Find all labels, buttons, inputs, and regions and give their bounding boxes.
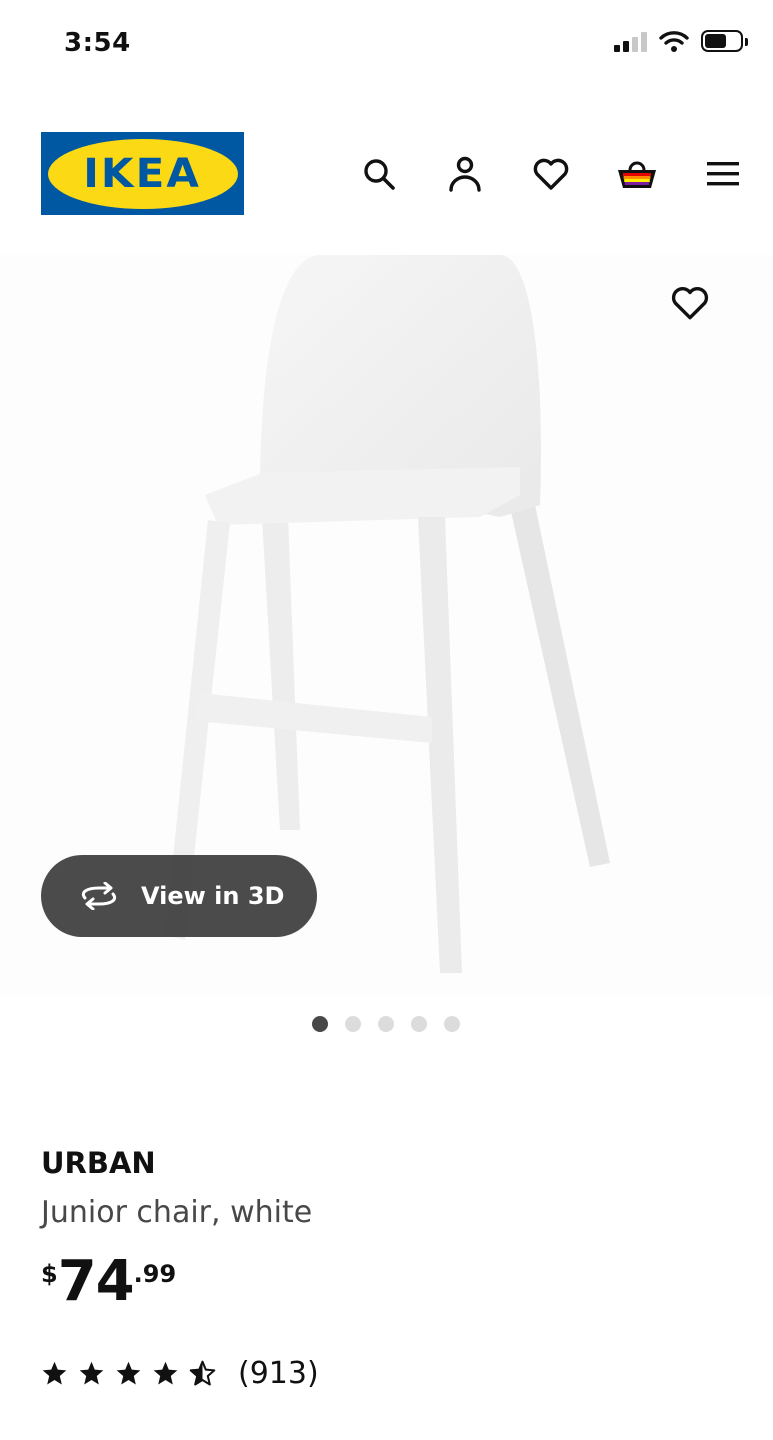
star-full-icon: [153, 1361, 178, 1385]
price-integer: 74: [57, 1249, 135, 1314]
pagination-dot-5[interactable]: [444, 1016, 460, 1032]
product-rating[interactable]: (913): [41, 1356, 319, 1391]
pagination-dot-1[interactable]: [312, 1016, 328, 1032]
price-currency: $: [41, 1260, 58, 1288]
rating-stars: [41, 1360, 216, 1387]
view-in-3d-label: View in 3D: [141, 882, 285, 910]
search-icon[interactable]: [355, 150, 403, 198]
image-pagination-dots: [312, 1016, 460, 1032]
menu-icon[interactable]: [699, 150, 747, 198]
price-decimal: .99: [133, 1260, 177, 1288]
view-in-3d-button[interactable]: View in 3D: [41, 855, 317, 937]
battery-icon: [701, 30, 748, 52]
status-icons: [614, 30, 748, 52]
account-icon[interactable]: [441, 150, 489, 198]
product-price: $ 74 .99: [41, 1252, 176, 1312]
shopping-bag-icon[interactable]: [613, 150, 661, 198]
product-description: Junior chair, white: [41, 1195, 313, 1230]
rotate-3d-icon: [81, 882, 117, 910]
review-count: (913): [238, 1356, 319, 1391]
header-icons: [355, 150, 747, 198]
product-name: URBAN: [41, 1146, 156, 1180]
star-full-icon: [116, 1361, 141, 1385]
pagination-dot-2[interactable]: [345, 1016, 361, 1032]
star-full-icon: [42, 1361, 67, 1385]
wifi-icon: [659, 31, 689, 52]
star-full-icon: [79, 1361, 104, 1385]
wishlist-heart-icon[interactable]: [527, 150, 575, 198]
pagination-dot-3[interactable]: [378, 1016, 394, 1032]
pagination-dot-4[interactable]: [411, 1016, 427, 1032]
heart-icon: [671, 287, 709, 320]
save-to-favorites-button[interactable]: [665, 278, 715, 328]
star-half-icon: [189, 1360, 216, 1386]
cellular-signal-icon: [614, 30, 647, 52]
status-time: 3:54: [64, 28, 131, 58]
ikea-logo[interactable]: IKEA: [41, 132, 244, 215]
